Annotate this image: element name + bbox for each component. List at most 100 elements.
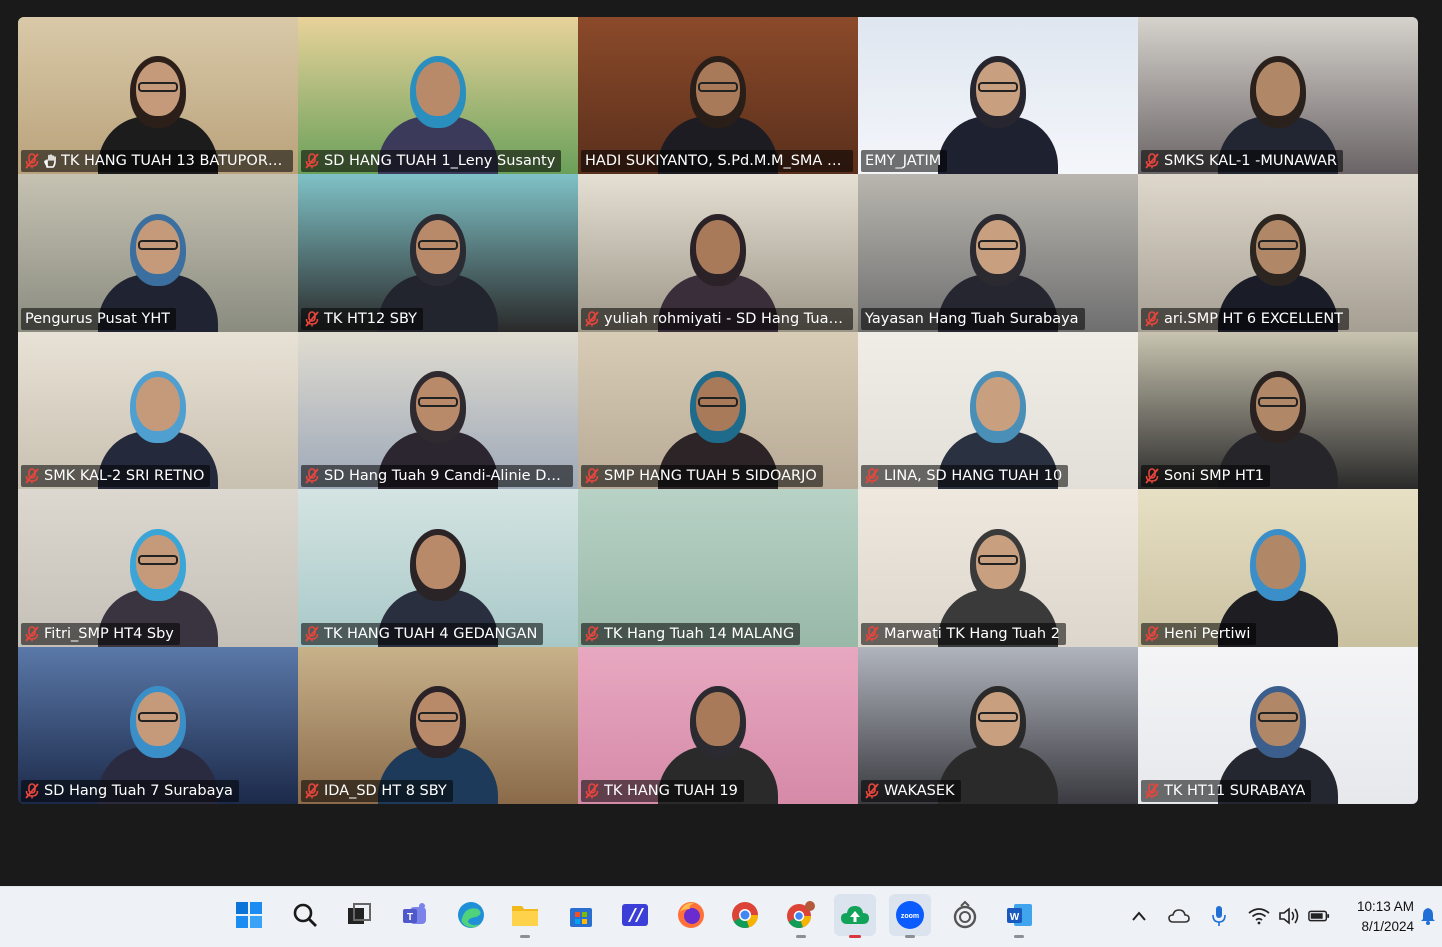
microsoft-store-button[interactable] — [560, 894, 602, 936]
participant-name-label: Heni Pertiwi — [1141, 622, 1257, 645]
participant-video-tile[interactable]: EMY_JATIM — [858, 17, 1138, 175]
participant-gallery: TK HANG TUAH 13 BATUPORON SD HANG TUAH 1_… — [18, 17, 1418, 804]
microphone-muted-icon — [585, 625, 599, 642]
running-indicator — [1014, 935, 1024, 938]
participant-video-tile[interactable]: SD HANG TUAH 1_Leny Susanty — [298, 17, 578, 175]
participant-name: TK HT12 SBY — [324, 310, 418, 327]
participant-name-label: Pengurus Pusat YHT — [21, 307, 177, 330]
edge-icon — [458, 902, 484, 928]
running-indicator — [905, 935, 915, 938]
participant-video-tile[interactable]: WAKASEK — [858, 646, 1138, 804]
cloud-sync-icon — [1168, 909, 1190, 923]
participant-video-tile[interactable]: TK HANG TUAH 4 GEDANGAN — [298, 489, 578, 647]
task-view-button[interactable] — [338, 894, 380, 936]
participant-name-label: TK HT11 SURABAYA — [1141, 779, 1312, 802]
participant-name-label: SMP HANG TUAH 5 SIDOARJO — [581, 465, 823, 488]
participant-name: SMKS KAL-1 -MUNAWAR — [1164, 153, 1337, 170]
teams-icon: T — [403, 903, 426, 924]
participant-name: TK Hang Tuah 14 MALANG — [604, 625, 795, 642]
participant-video-tile[interactable]: SMKS KAL-1 -MUNAWAR — [1138, 17, 1418, 175]
microphone-muted-icon — [585, 310, 599, 327]
participant-name-label: SD Hang Tuah 7 Surabaya — [21, 779, 239, 802]
microphone-muted-icon — [25, 468, 39, 484]
participant-video-tile[interactable]: SD Hang Tuah 9 Candi-Alinie Dew... — [298, 331, 578, 490]
participant-video-tile[interactable]: Soni SMP HT1 — [1138, 331, 1418, 490]
clock-date: 8/1/2024 — [1361, 919, 1414, 934]
participant-video-tile[interactable]: HADI SUKIYANTO, S.Pd.M.M_SMA HA... — [578, 17, 858, 175]
microphone-tray-button[interactable] — [1208, 905, 1230, 927]
participant-name: IDA_SD HT 8 SBY — [324, 782, 447, 799]
participant-name: SD HANG TUAH 1_Leny Susanty — [324, 153, 556, 170]
participant-video-tile[interactable]: yuliah rohmiyati - SD Hang Tuah ... — [578, 174, 858, 332]
participant-name: WAKASEK — [884, 782, 955, 799]
participant-video-tile[interactable]: Fitri_SMP HT4 Sby — [18, 489, 298, 647]
participant-name-label: SD Hang Tuah 9 Candi-Alinie Dew... — [301, 465, 573, 488]
microphone-muted-icon — [305, 625, 319, 642]
participant-name: HADI SUKIYANTO, S.Pd.M.M_SMA HA... — [585, 153, 847, 170]
teams-button[interactable]: T — [394, 894, 436, 936]
participant-video-tile[interactable]: Yayasan Hang Tuah Surabaya — [858, 174, 1138, 332]
clock-time: 10:13 AM — [1356, 899, 1414, 914]
participant-name: TK HANG TUAH 4 GEDANGAN — [324, 625, 538, 642]
zoom-button[interactable]: zoom — [889, 894, 931, 938]
participant-name: SD Hang Tuah 9 Candi-Alinie Dew... — [324, 468, 567, 485]
participant-name: Fitri_SMP HT4 Sby — [44, 625, 174, 642]
microphone-muted-icon — [585, 783, 599, 799]
participant-video-tile[interactable]: TK HANG TUAH 13 BATUPORON — [18, 17, 298, 175]
onedrive-tray-button[interactable] — [1168, 905, 1190, 927]
chrome-button[interactable] — [724, 894, 766, 936]
participant-name: Marwati TK Hang Tuah 2 — [884, 625, 1060, 642]
participant-video-tile[interactable]: ari.SMP HT 6 EXCELLENT — [1138, 174, 1418, 332]
participant-video-tile[interactable]: Heni Pertiwi — [1138, 489, 1418, 647]
file-explorer-button[interactable] — [504, 894, 546, 938]
participant-video-tile[interactable]: IDA_SD HT 8 SBY — [298, 646, 578, 804]
participant-video-tile[interactable]: Marwati TK Hang Tuah 2 — [858, 489, 1138, 647]
participant-name-label: TK HANG TUAH 19 — [581, 779, 744, 802]
participant-name-label: ari.SMP HT 6 EXCELLENT — [1141, 307, 1350, 330]
microphone-muted-icon — [1145, 783, 1159, 799]
participant-name: Heni Pertiwi — [1164, 625, 1251, 642]
participant-video-tile[interactable]: SMK KAL-2 SRI RETNO — [18, 331, 298, 490]
microphone-muted-icon — [865, 783, 879, 799]
participant-name: TK HANG TUAH 19 — [604, 782, 738, 799]
participant-video-tile[interactable]: SMP HANG TUAH 5 SIDOARJO — [578, 331, 858, 490]
participant-video-tile[interactable]: SD Hang Tuah 7 Surabaya — [18, 646, 298, 804]
running-indicator — [849, 935, 861, 938]
edge-button[interactable] — [450, 894, 492, 936]
microphone-muted-icon — [25, 625, 39, 642]
participant-name-label: SD HANG TUAH 1_Leny Susanty — [301, 150, 562, 173]
participant-video-tile[interactable]: TK HT12 SBY — [298, 174, 578, 332]
participant-name: SMP HANG TUAH 5 SIDOARJO — [604, 468, 817, 485]
firefox-button[interactable] — [670, 894, 712, 936]
participant-video-tile[interactable]: LINA, SD HANG TUAH 10 — [858, 331, 1138, 490]
participant-video-tile[interactable]: TK Hang Tuah 14 MALANG — [578, 489, 858, 647]
cortana-button[interactable] — [944, 894, 986, 936]
participant-name: SD Hang Tuah 7 Surabaya — [44, 782, 233, 799]
chrome-profile-button[interactable] — [780, 894, 822, 938]
word-button[interactable]: W — [998, 894, 1040, 938]
participant-figure — [938, 54, 1058, 175]
running-indicator — [520, 935, 530, 938]
microphone-muted-icon — [1145, 625, 1159, 642]
search-button[interactable] — [284, 894, 326, 936]
volume-tray-button[interactable] — [1278, 905, 1300, 927]
chevron-up-icon — [1132, 911, 1146, 921]
participant-video-tile[interactable]: TK HT11 SURABAYA — [1138, 646, 1418, 804]
upload-cloud-button[interactable] — [834, 894, 876, 938]
start-button[interactable] — [228, 894, 270, 936]
show-hidden-icons-button[interactable] — [1128, 905, 1150, 927]
svg-text:zoom: zoom — [901, 913, 919, 920]
participant-name-label: TK HT12 SBY — [301, 307, 424, 330]
microphone-muted-icon — [305, 783, 319, 799]
app-icon — [622, 904, 648, 926]
participant-video-tile[interactable]: TK HANG TUAH 19 — [578, 646, 858, 804]
participant-name: LINA, SD HANG TUAH 10 — [884, 468, 1063, 485]
app-button[interactable] — [614, 894, 656, 936]
participant-video-tile[interactable]: Pengurus Pusat YHT — [18, 174, 298, 332]
participant-name-label: TK Hang Tuah 14 MALANG — [581, 622, 801, 645]
system-clock[interactable]: 10:13 AM 8/1/2024 — [1334, 897, 1414, 937]
notification-bell-icon[interactable] — [1420, 907, 1436, 925]
battery-tray-button[interactable] — [1308, 905, 1330, 927]
wifi-tray-button[interactable] — [1248, 905, 1270, 927]
participant-name-label: TK HANG TUAH 13 BATUPORON — [21, 150, 293, 173]
